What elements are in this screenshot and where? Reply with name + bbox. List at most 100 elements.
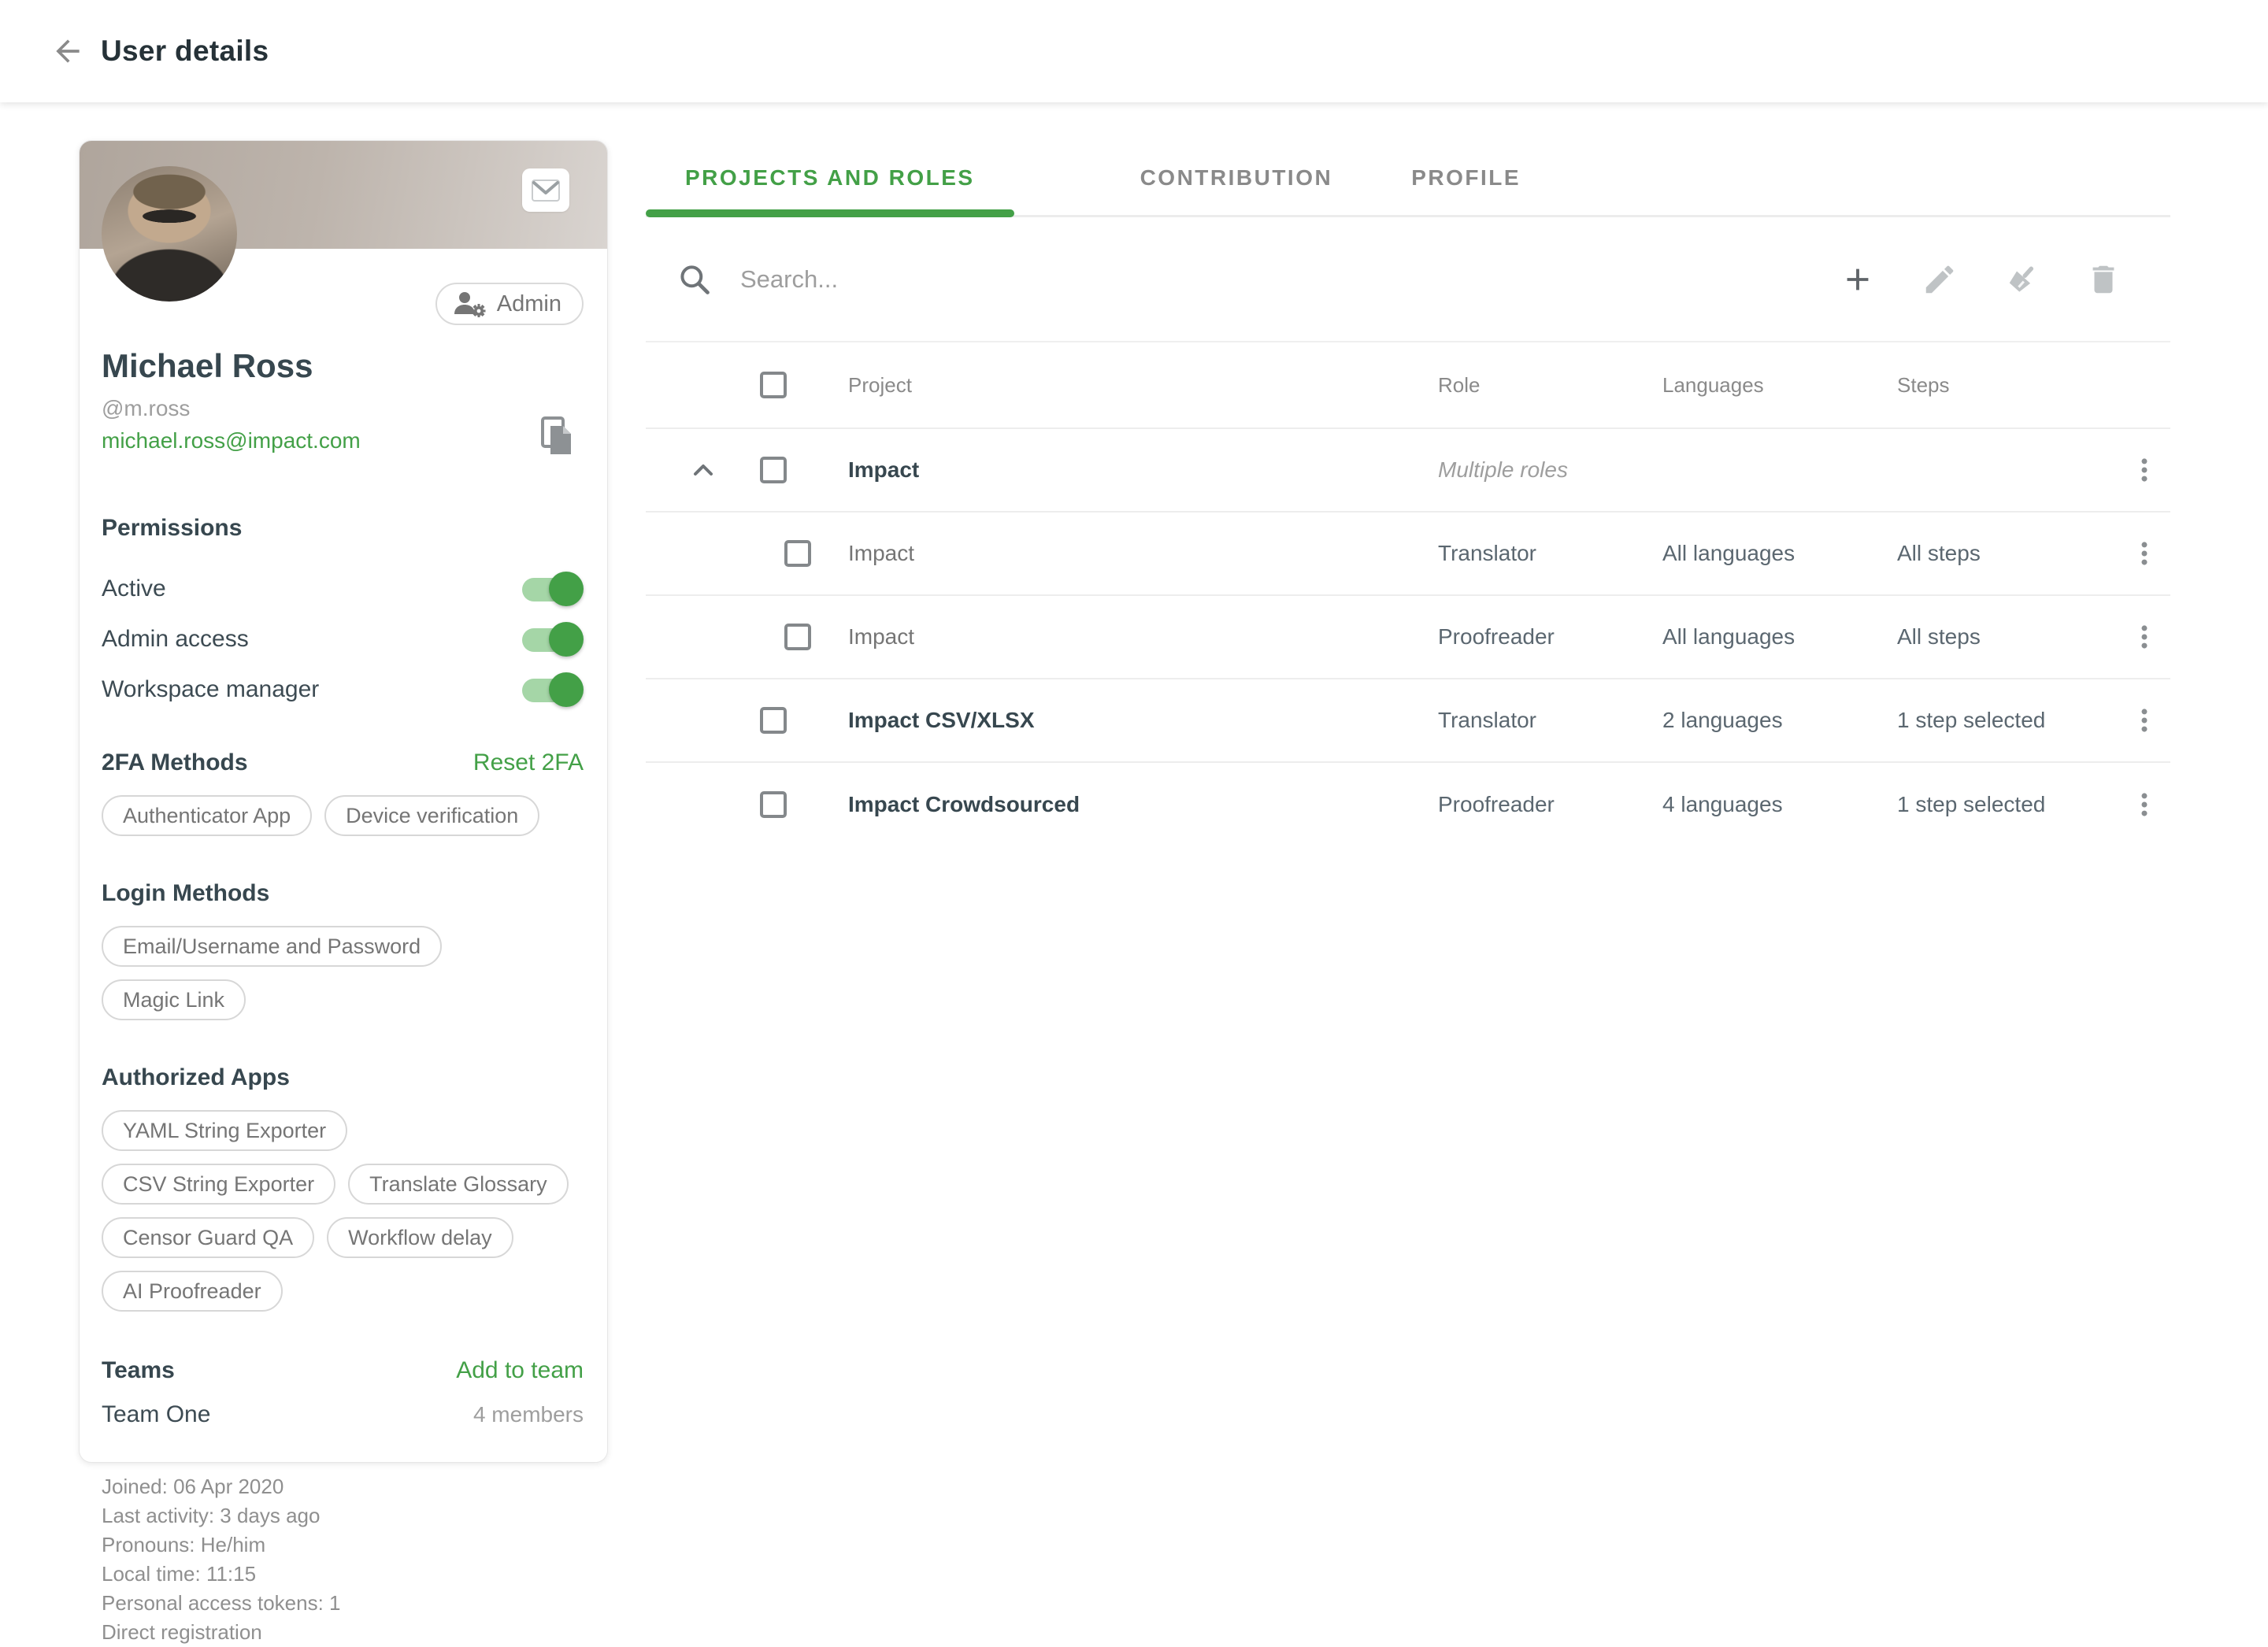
table-toolbar — [646, 217, 2170, 342]
authorized-app-chip: Workflow delay — [327, 1217, 513, 1258]
search-icon — [677, 262, 712, 297]
permission-row: Admin access — [102, 614, 584, 664]
project-name: Impact — [823, 457, 1438, 483]
table-row: Impact CSV/XLSX Translator 2 languages 1… — [646, 679, 2170, 763]
teams-heading: Teams — [102, 1357, 175, 1384]
tab[interactable]: CONTRIBUTION — [1101, 140, 1373, 215]
collapse-row-button[interactable] — [683, 450, 724, 490]
user-meta-line: Pronouns: He/him — [102, 1530, 584, 1560]
authorized-app-chips: YAML String ExporterCSV String ExporterT… — [102, 1110, 584, 1312]
copy-email-button[interactable] — [536, 415, 577, 461]
column-header-languages: Languages — [1662, 373, 1897, 398]
add-to-team-link[interactable]: Add to team — [456, 1357, 584, 1384]
twofa-chips: Authenticator App Device verification — [102, 795, 584, 836]
projects-table: Impact Multiple roles Impact — [646, 429, 2170, 846]
row-checkbox[interactable] — [784, 540, 811, 567]
project-steps: All steps — [1897, 541, 2118, 566]
user-meta: Joined: 06 Apr 2020Last activity: 3 days… — [102, 1472, 584, 1647]
permission-toggle[interactable] — [522, 676, 579, 703]
project-steps: 1 step selected — [1897, 708, 2118, 733]
user-card: Admin Michael Ross @m.ross michael.ross@… — [79, 140, 608, 1463]
arrow-left-icon — [50, 34, 85, 68]
authorized-apps-heading: Authorized Apps — [102, 1064, 584, 1091]
team-members-count: 4 members — [473, 1402, 584, 1427]
project-role: Proofreader — [1438, 624, 1662, 650]
permission-label: Active — [102, 576, 166, 602]
row-checkbox[interactable] — [760, 457, 787, 483]
authorized-app-chip: AI Proofreader — [102, 1271, 283, 1312]
row-checkbox[interactable] — [784, 624, 811, 650]
row-checkbox[interactable] — [760, 791, 787, 818]
user-meta-line: Joined: 06 Apr 2020 — [102, 1472, 584, 1501]
project-role: Proofreader — [1438, 792, 1662, 817]
project-role: Translator — [1438, 541, 1662, 566]
row-checkbox[interactable] — [760, 707, 787, 734]
avatar — [102, 166, 237, 302]
app-bar: User details — [0, 0, 2268, 102]
kebab-menu-icon — [2129, 621, 2159, 653]
user-meta-line: Personal access tokens: 1 — [102, 1589, 584, 1618]
twofa-heading: 2FA Methods — [102, 749, 248, 776]
delete-button[interactable] — [2082, 258, 2125, 301]
table-row: Impact Proofreader All languages All ste… — [646, 596, 2170, 679]
edit-button[interactable] — [1918, 258, 1961, 301]
role-badge: Admin — [435, 283, 584, 325]
permissions-heading: Permissions — [102, 515, 584, 542]
permission-row: Active — [102, 564, 584, 614]
user-meta-line: Local time: 11:15 — [102, 1560, 584, 1589]
send-email-button[interactable] — [522, 168, 569, 212]
kebab-menu-icon — [2129, 789, 2159, 820]
tab[interactable]: PROFILE — [1372, 140, 1560, 215]
row-menu-button[interactable] — [2118, 700, 2170, 741]
reset-2fa-link[interactable]: Reset 2FA — [473, 749, 584, 776]
table-row: Impact Translator All languages All step… — [646, 513, 2170, 596]
login-method-chip: Magic Link — [102, 979, 246, 1020]
project-languages: All languages — [1662, 541, 1897, 566]
user-meta-line: Direct registration — [102, 1618, 584, 1647]
permission-label: Admin access — [102, 626, 249, 653]
row-menu-button[interactable] — [2118, 533, 2170, 574]
pencil-icon — [1922, 261, 1958, 298]
table-row: Impact Multiple roles — [646, 429, 2170, 513]
column-header-project: Project — [823, 373, 1438, 398]
main-content: PROJECTS AND ROLES CONTRIBUTION PROFILE — [646, 140, 2170, 846]
row-menu-button[interactable] — [2118, 616, 2170, 657]
trash-icon — [2085, 261, 2122, 298]
admin-user-gear-icon — [453, 291, 486, 317]
table-row: Impact Crowdsourced Proofreader 4 langua… — [646, 763, 2170, 846]
tab[interactable]: PROJECTS AND ROLES — [646, 140, 1014, 215]
permission-toggle[interactable] — [522, 576, 579, 602]
row-menu-button[interactable] — [2118, 784, 2170, 825]
back-button[interactable] — [46, 29, 90, 73]
role-badge-label: Admin — [497, 291, 561, 317]
project-name: Impact CSV/XLSX — [823, 708, 1438, 733]
project-languages: 4 languages — [1662, 792, 1897, 817]
project-steps: 1 step selected — [1897, 792, 2118, 817]
twofa-chip: Authenticator App — [102, 795, 312, 836]
login-method-chip: Email/Username and Password — [102, 926, 442, 967]
select-all-checkbox[interactable] — [760, 372, 787, 398]
team-name: Team One — [102, 1401, 210, 1428]
project-role: Multiple roles — [1438, 457, 1662, 483]
authorized-app-chip: Translate Glossary — [348, 1164, 569, 1205]
team-row[interactable]: Team One 4 members — [102, 1401, 584, 1428]
search-input[interactable] — [740, 265, 1449, 294]
permission-label: Workspace manager — [102, 676, 319, 703]
add-button[interactable] — [1836, 258, 1879, 301]
kebab-menu-icon — [2129, 454, 2159, 486]
project-name: Impact — [823, 541, 1438, 566]
table-header-row: Project Role Languages Steps — [646, 342, 2170, 429]
project-languages: 2 languages — [1662, 708, 1897, 733]
user-handle: @m.ross — [102, 396, 584, 421]
page-title: User details — [101, 35, 269, 68]
copy-icon — [539, 416, 574, 457]
permission-toggle[interactable] — [522, 626, 579, 653]
teams-list: Team One 4 members — [102, 1401, 584, 1428]
project-name: Impact Crowdsourced — [823, 792, 1438, 817]
twofa-chip: Device verification — [324, 795, 539, 836]
user-email-link[interactable]: michael.ross@impact.com — [102, 428, 361, 453]
kebab-menu-icon — [2129, 538, 2159, 569]
clear-roles-button[interactable] — [2000, 258, 2043, 301]
row-menu-button[interactable] — [2118, 450, 2170, 490]
project-steps: All steps — [1897, 624, 2118, 650]
